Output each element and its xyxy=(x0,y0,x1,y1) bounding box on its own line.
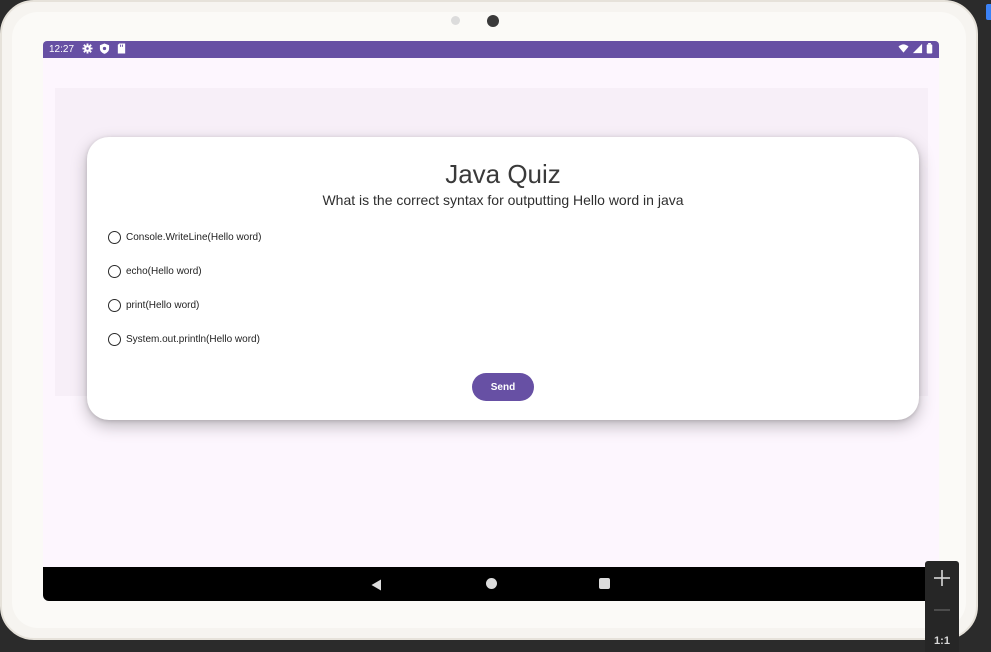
answer-option-label: System.out.println(Hello word) xyxy=(126,334,260,345)
quiz-card: Java Quiz What is the correct syntax for… xyxy=(87,137,919,420)
window-edge-accent xyxy=(986,4,991,20)
back-icon[interactable] xyxy=(371,578,382,596)
navigation-bar xyxy=(43,567,939,601)
minus-icon xyxy=(933,601,951,624)
answer-option-3[interactable]: print(Hello word) xyxy=(108,299,199,312)
plus-icon xyxy=(933,569,951,592)
quiz-title: Java Quiz xyxy=(445,159,561,189)
light-sensor xyxy=(451,16,460,25)
wifi-icon xyxy=(898,43,909,54)
status-bar: 12:27 xyxy=(43,41,939,58)
answer-option-label: print(Hello word) xyxy=(126,300,200,311)
radio-button-icon[interactable] xyxy=(108,231,121,244)
battery-icon xyxy=(926,43,933,54)
zoom-out-button[interactable] xyxy=(925,597,959,627)
radio-button-icon[interactable] xyxy=(108,333,121,346)
zoom-in-button[interactable] xyxy=(925,565,959,595)
sd-card-icon xyxy=(116,43,127,54)
quiz-container: Java Quiz What is the correct syntax for… xyxy=(55,88,928,420)
home-icon[interactable] xyxy=(486,578,497,589)
device-screen: 12:27 Java Quiz What is the correct synt… xyxy=(43,41,939,601)
status-icons-left xyxy=(82,43,127,54)
emulator-zoom-panel: 1:1 xyxy=(925,561,959,652)
status-time: 12:27 xyxy=(49,44,75,55)
front-camera xyxy=(487,15,499,27)
recents-icon[interactable] xyxy=(599,578,610,589)
answer-option-2[interactable]: echo(Hello word) xyxy=(108,265,202,278)
radio-button-icon[interactable] xyxy=(108,299,121,312)
shield-icon xyxy=(99,43,110,54)
answer-option-4[interactable]: System.out.println(Hello word) xyxy=(108,333,260,346)
zoom-reset-button[interactable]: 1:1 xyxy=(925,635,959,647)
status-icons-right xyxy=(898,43,933,54)
answer-option-1[interactable]: Console.WriteLine(Hello word) xyxy=(108,231,261,244)
answer-option-label: echo(Hello word) xyxy=(126,266,202,277)
quiz-question: What is the correct syntax for outputtin… xyxy=(322,192,684,208)
signal-icon xyxy=(912,43,923,54)
settings-gear-icon xyxy=(82,43,93,54)
radio-button-icon[interactable] xyxy=(108,265,121,278)
send-button[interactable]: Send xyxy=(472,373,534,401)
answer-option-label: Console.WriteLine(Hello word) xyxy=(126,232,262,243)
